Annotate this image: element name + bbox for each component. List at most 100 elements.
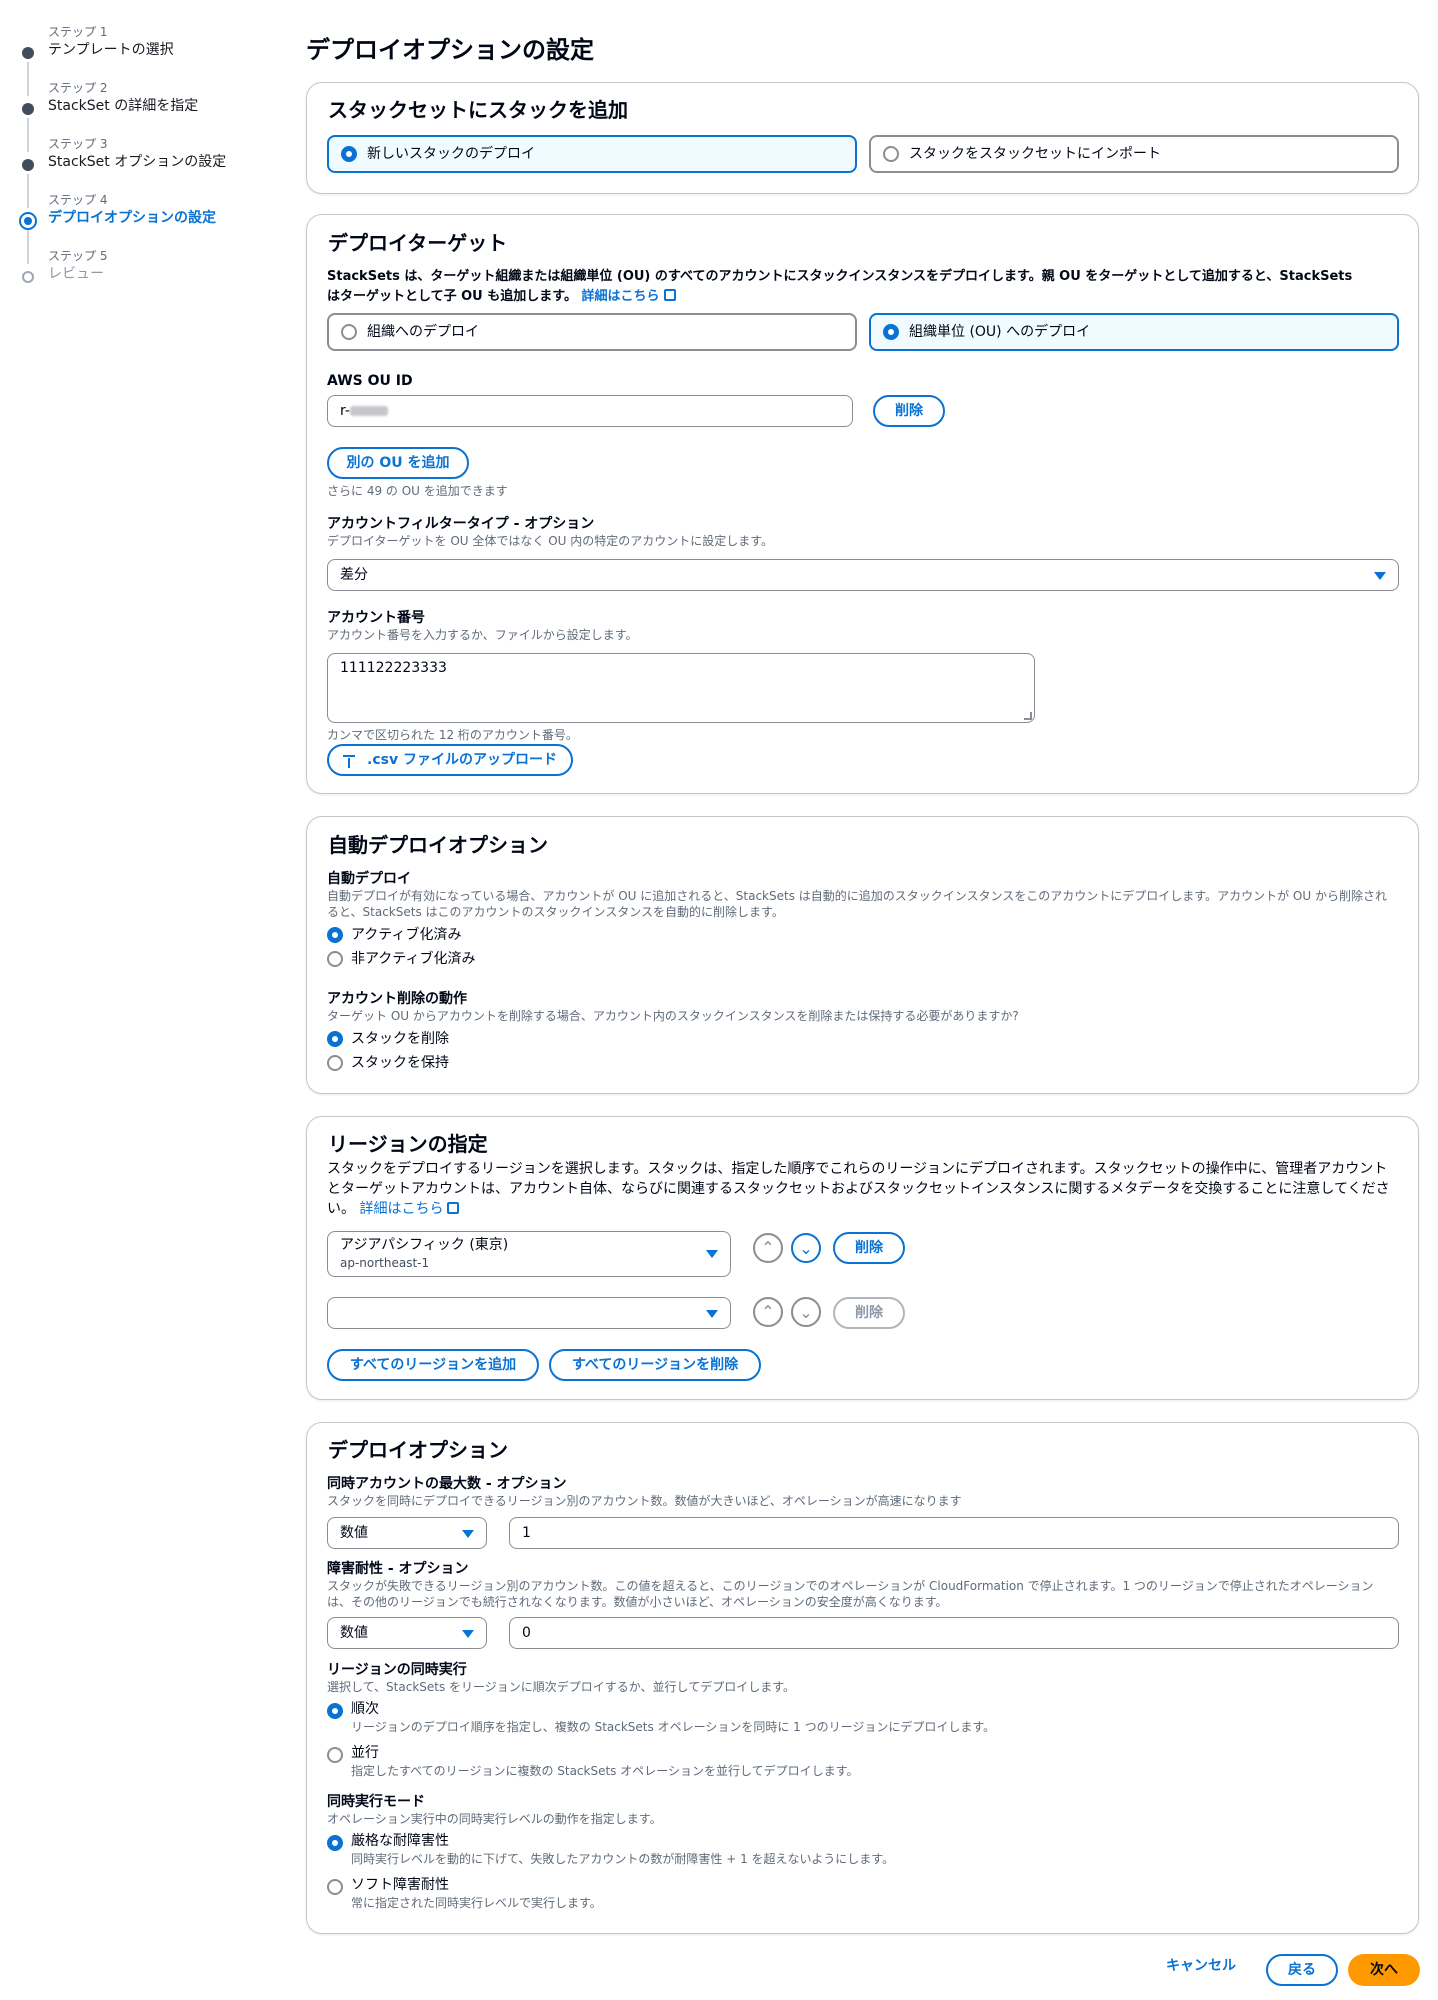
account-removal-label: アカウント削除の動作 bbox=[327, 991, 467, 1007]
failure-tolerance-input[interactable]: 0 bbox=[509, 1617, 1399, 1649]
option-label: 組織へのデプロイ bbox=[367, 324, 479, 340]
step-dot-icon bbox=[22, 103, 34, 115]
soft-tolerance-desc: 常に指定された同時実行レベルで実行します。 bbox=[351, 1896, 602, 1910]
textarea-value: 111122223333 bbox=[340, 660, 447, 676]
radio-icon[interactable] bbox=[883, 146, 899, 162]
next-button[interactable]: 次へ bbox=[1348, 1954, 1420, 1986]
filter-type-desc: デプロイターゲットを OU 全体ではなく OU 内の特定のアカウントに設定します… bbox=[327, 534, 774, 548]
strict-tolerance-option[interactable]: 厳格な耐障害性 bbox=[351, 1831, 449, 1851]
step-dot-icon bbox=[22, 47, 34, 59]
radio-selected-icon[interactable] bbox=[327, 927, 343, 943]
regions-desc-1: スタックをデプロイするリージョンを選択します。スタックは、指定した順序でこれらの… bbox=[327, 1161, 1388, 1177]
option-label: 組織単位 (OU) へのデプロイ bbox=[909, 324, 1091, 340]
external-link-icon bbox=[447, 1202, 460, 1214]
resize-handle-icon[interactable] bbox=[1024, 712, 1032, 720]
panel-title: リージョンの指定 bbox=[328, 1132, 488, 1156]
step-number: ステップ 3 bbox=[48, 137, 108, 151]
region-select-1[interactable]: アジアパシフィック (東京) ap-northeast-1 bbox=[327, 1231, 731, 1277]
step-dot-icon bbox=[22, 271, 34, 283]
concurrency-mode-label: 同時実行モード bbox=[327, 1794, 425, 1810]
deploy-options-panel: デプロイオプション 同時アカウントの最大数 - オプション スタックを同時にデプ… bbox=[306, 1422, 1419, 1934]
step-1[interactable]: ステップ 1 テンプレートの選択 bbox=[20, 24, 270, 96]
radio-selected-icon[interactable] bbox=[341, 146, 357, 162]
radio-icon[interactable] bbox=[327, 1055, 343, 1071]
learn-more-text[interactable]: 詳細はこちら bbox=[582, 289, 660, 304]
remove-all-regions-button[interactable]: すべてのリージョンを削除 bbox=[549, 1349, 761, 1381]
deploy-target-panel: デプロイターゲット StackSets は、ターゲット組織または組織単位 (OU… bbox=[306, 214, 1419, 794]
ou-id-input[interactable]: r- bbox=[327, 395, 853, 427]
upload-csv-button[interactable]: .csv ファイルのアップロード bbox=[327, 744, 573, 776]
radio-icon[interactable] bbox=[341, 324, 357, 340]
max-concurrent-desc: スタックを同時にデプロイできるリージョン別のアカウント数。数値が大きいほど、オペ… bbox=[327, 1494, 962, 1508]
option-deploy-ou[interactable]: 組織単位 (OU) へのデプロイ bbox=[869, 313, 1399, 351]
move-down-icon[interactable]: ⌄ bbox=[791, 1233, 821, 1263]
learn-more-link[interactable]: 詳細はこちら bbox=[582, 289, 676, 304]
step-number: ステップ 1 bbox=[48, 25, 108, 39]
step-label: デプロイオプションの設定 bbox=[48, 210, 216, 226]
radio-icon[interactable] bbox=[327, 1747, 343, 1763]
auto-deploy-active-option[interactable]: アクティブ化済み bbox=[351, 925, 461, 945]
move-up-icon: ⌃ bbox=[753, 1297, 783, 1327]
step-5: ステップ 5 レビュー bbox=[20, 248, 270, 304]
learn-more-text[interactable]: 詳細はこちら bbox=[359, 1201, 443, 1217]
move-down-icon: ⌄ bbox=[791, 1297, 821, 1327]
sequential-desc: リージョンのデプロイ順序を指定し、複数の StackSets オペレーションを同… bbox=[351, 1720, 996, 1734]
radio-icon[interactable] bbox=[327, 1879, 343, 1895]
step-3[interactable]: ステップ 3 StackSet オプションの設定 bbox=[20, 136, 270, 208]
account-number-desc: アカウント番号を入力するか、ファイルから設定します。 bbox=[327, 628, 638, 642]
failure-tolerance-label: 障害耐性 - オプション bbox=[327, 1561, 469, 1577]
external-link-icon bbox=[663, 289, 676, 301]
step-label[interactable]: テンプレートの選択 bbox=[48, 40, 270, 60]
account-number-label: アカウント番号 bbox=[327, 610, 425, 626]
desc-text: はターゲットとして子 OU も追加します。 bbox=[327, 289, 577, 304]
step-label[interactable]: StackSet の詳細を指定 bbox=[48, 96, 270, 116]
radio-selected-icon[interactable] bbox=[327, 1703, 343, 1719]
radio-icon[interactable] bbox=[327, 951, 343, 967]
auto-deploy-inactive-option[interactable]: 非アクティブ化済み bbox=[351, 949, 475, 969]
delete-stacks-option[interactable]: スタックを削除 bbox=[351, 1029, 449, 1049]
failure-tolerance-desc-1: スタックが失敗できるリージョン別のアカウント数。この値を超えると、このリージョン… bbox=[327, 1579, 1374, 1593]
region-concurrency-desc: 選択して、StackSets をリージョンに順次デプロイするか、並行してデプロイ… bbox=[327, 1680, 795, 1694]
add-all-regions-button[interactable]: すべてのリージョンを追加 bbox=[327, 1349, 539, 1381]
radio-selected-icon[interactable] bbox=[327, 1835, 343, 1851]
account-number-textarea[interactable]: 111122223333 bbox=[327, 653, 1035, 723]
concurrency-mode-desc: オペレーション実行中の同時実行レベルの動作を指定します。 bbox=[327, 1812, 662, 1826]
soft-tolerance-option[interactable]: ソフト障害耐性 bbox=[351, 1875, 449, 1895]
failure-tolerance-type-select[interactable]: 数値 bbox=[327, 1617, 487, 1649]
learn-more-link[interactable]: 詳細はこちら bbox=[359, 1201, 460, 1217]
move-up-icon[interactable]: ⌃ bbox=[753, 1233, 783, 1263]
step-number: ステップ 5 bbox=[48, 249, 108, 263]
ou-id-value: r- bbox=[340, 403, 350, 419]
account-removal-desc: ターゲット OU からアカウントを削除する場合、アカウント内のスタックインスタン… bbox=[327, 1009, 1019, 1023]
max-concurrent-type-select[interactable]: 数値 bbox=[327, 1517, 487, 1549]
radio-selected-icon[interactable] bbox=[327, 1031, 343, 1047]
ou-id-label: AWS OU ID bbox=[327, 373, 413, 389]
region-code: ap-northeast-1 bbox=[340, 1256, 430, 1270]
region-select-2[interactable] bbox=[327, 1297, 731, 1329]
remove-ou-button[interactable]: 削除 bbox=[873, 395, 945, 427]
max-concurrent-label: 同時アカウントの最大数 - オプション bbox=[327, 1476, 567, 1492]
sequential-option[interactable]: 順次 bbox=[351, 1699, 379, 1719]
remove-region-button[interactable]: 削除 bbox=[833, 1232, 905, 1264]
cancel-button[interactable]: キャンセル bbox=[1166, 1956, 1236, 1976]
option-deploy-org[interactable]: 組織へのデプロイ bbox=[327, 313, 857, 351]
add-ou-button[interactable]: 別の OU を追加 bbox=[327, 447, 469, 479]
panel-title: デプロイターゲット bbox=[328, 231, 508, 255]
remove-region-button-disabled: 削除 bbox=[833, 1297, 905, 1329]
step-2[interactable]: ステップ 2 StackSet の詳細を指定 bbox=[20, 80, 270, 152]
step-dot-icon bbox=[22, 159, 34, 171]
auto-deploy-label: 自動デプロイ bbox=[327, 871, 411, 887]
step-4: ステップ 4 デプロイオプションの設定 bbox=[19, 192, 270, 264]
parallel-option[interactable]: 並行 bbox=[351, 1743, 379, 1763]
back-button[interactable]: 戻る bbox=[1266, 1954, 1338, 1986]
radio-selected-icon[interactable] bbox=[883, 324, 899, 340]
step-current-icon bbox=[19, 212, 37, 230]
filter-type-select[interactable]: 差分 bbox=[327, 559, 1399, 591]
step-label[interactable]: StackSet オプションの設定 bbox=[48, 152, 270, 172]
retain-stacks-option[interactable]: スタックを保持 bbox=[351, 1053, 449, 1073]
option-new-stacks[interactable]: 新しいスタックのデプロイ bbox=[327, 135, 857, 173]
option-import-stacks[interactable]: スタックをスタックセットにインポート bbox=[869, 135, 1399, 173]
panel-title: スタックセットにスタックを追加 bbox=[328, 98, 628, 122]
max-concurrent-input[interactable]: 1 bbox=[509, 1517, 1399, 1549]
auto-deploy-panel: 自動デプロイオプション 自動デプロイ 自動デプロイが有効になっている場合、アカウ… bbox=[306, 816, 1419, 1094]
